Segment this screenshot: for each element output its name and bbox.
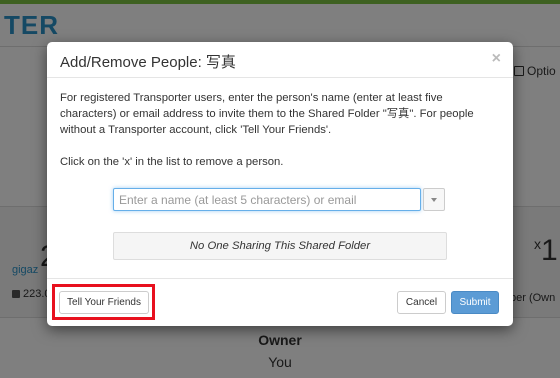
remove-hint-text: Click on the 'x' in the list to remove a…: [60, 156, 284, 168]
cancel-button[interactable]: Cancel: [397, 291, 446, 314]
dialog-header: Add/Remove People: 写真 ×: [47, 42, 513, 78]
chevron-down-icon: [431, 197, 437, 202]
dialog-body: For registered Transporter users, enter …: [60, 90, 498, 186]
instructions-text: For registered Transporter users, enter …: [60, 92, 474, 136]
dialog-title: Add/Remove People: 写真: [60, 54, 236, 71]
add-remove-people-dialog: Add/Remove People: 写真 × For registered T…: [47, 42, 513, 326]
dialog-footer: Tell Your Friends Cancel Submit: [47, 278, 513, 326]
tell-your-friends-button[interactable]: Tell Your Friends: [59, 291, 149, 314]
close-icon[interactable]: ×: [492, 51, 501, 67]
submit-button[interactable]: Submit: [451, 291, 499, 314]
person-search: [113, 188, 445, 211]
search-input[interactable]: [113, 188, 421, 211]
search-dropdown-toggle[interactable]: [423, 188, 445, 211]
sharing-list-empty: No One Sharing This Shared Folder: [113, 232, 447, 260]
